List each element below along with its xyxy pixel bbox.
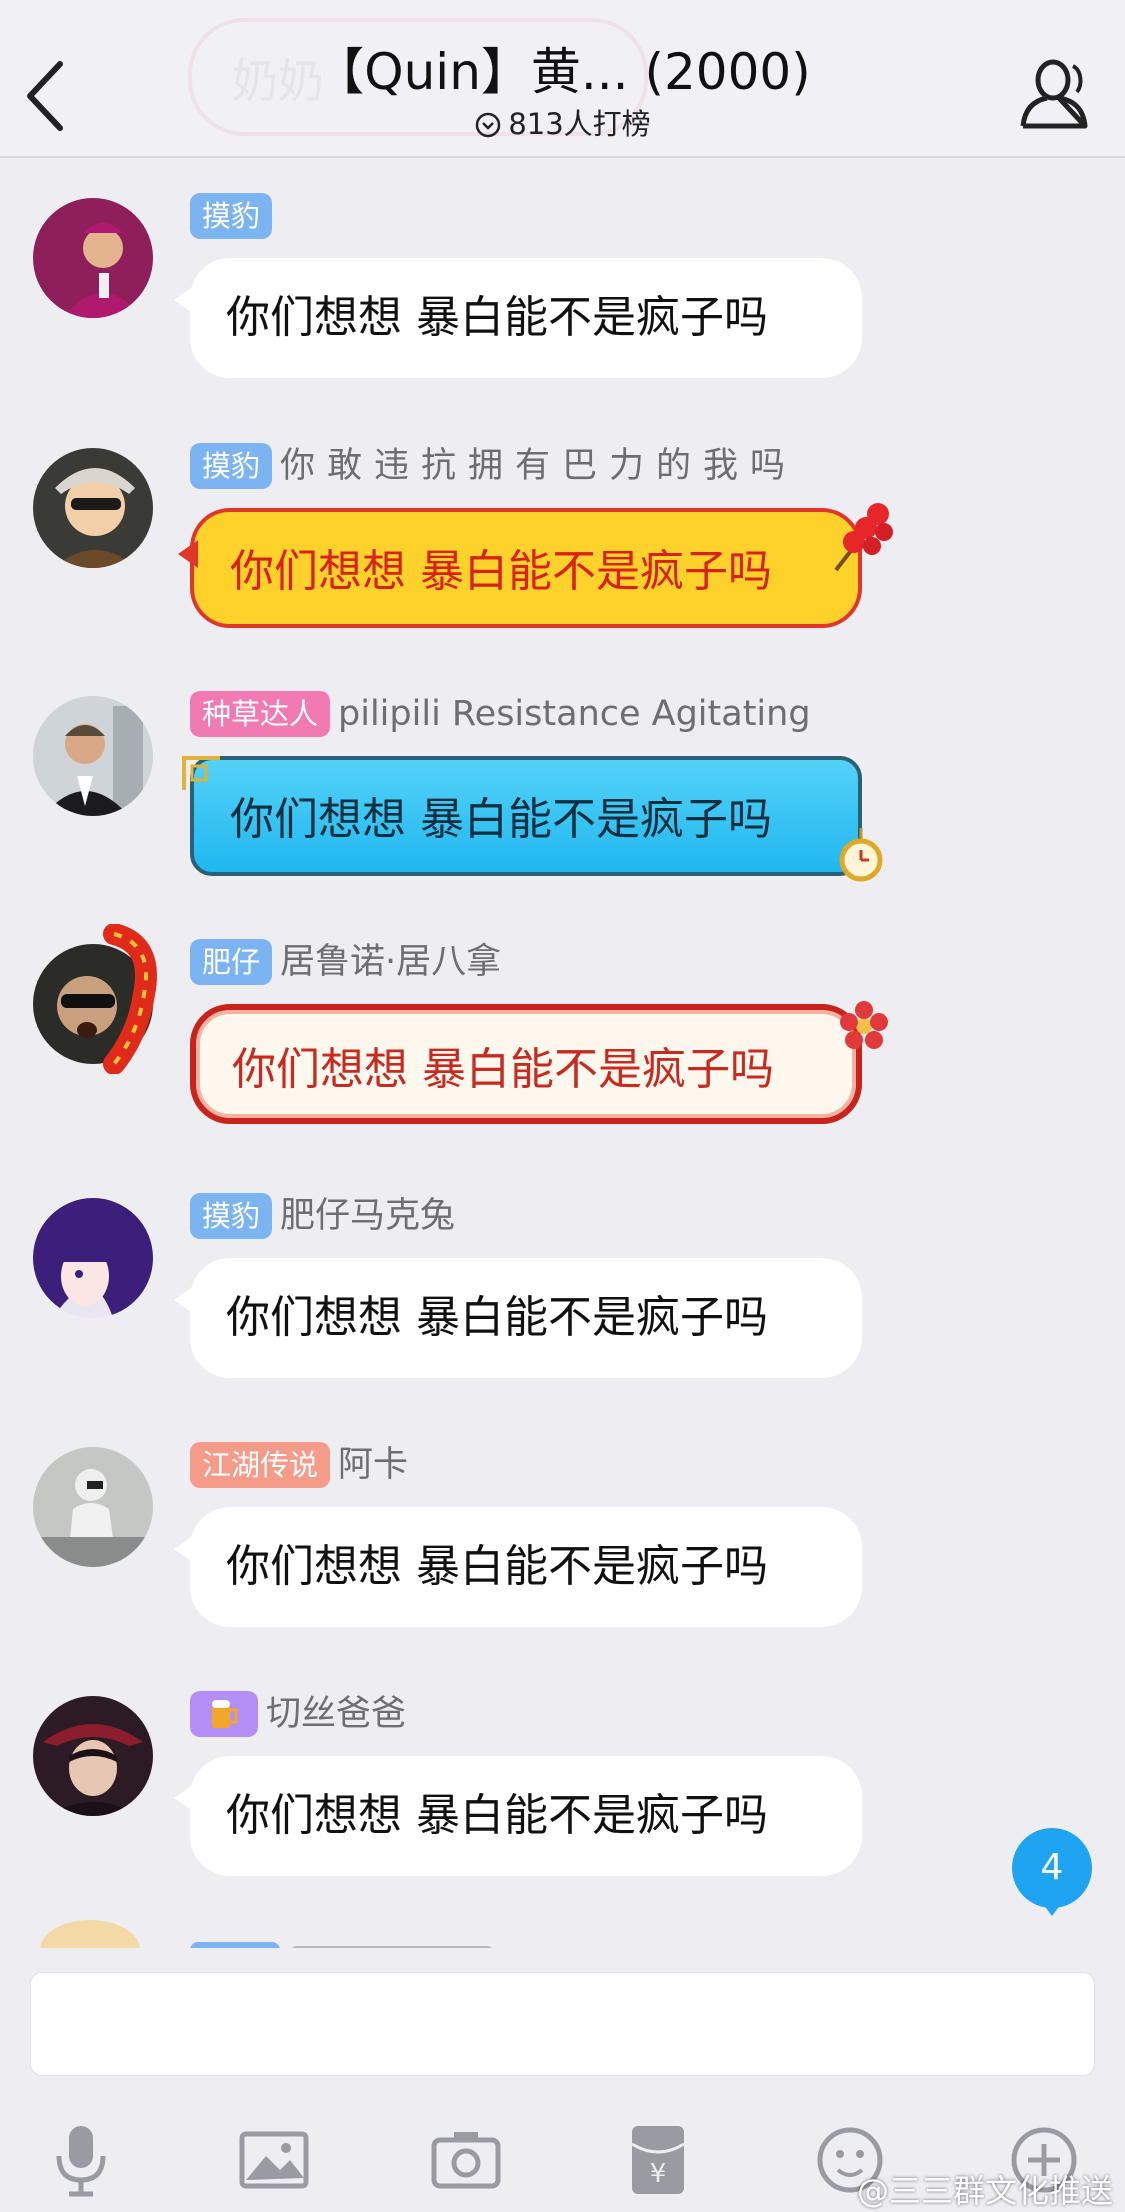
message-text: 你们想想 暴白能不是疯子吗 — [230, 794, 772, 845]
sender-meta: 种草达人 pilipili Resistance Agitating — [190, 691, 811, 741]
bubble-tail — [174, 1286, 194, 1314]
avatar[interactable] — [33, 1198, 153, 1318]
avatar-image — [33, 448, 153, 568]
sender-name[interactable]: 切丝爸爸 — [266, 1691, 406, 1737]
message-text: 你们想想 暴白能不是疯子吗 — [226, 1541, 768, 1592]
group-title[interactable]: 【Quin】黄... (2000) — [200, 40, 925, 104]
chat-message: 摸豹 你们想想 暴白能不是疯子吗 — [0, 178, 1125, 418]
sender-name[interactable]: 阿卡 — [338, 1442, 408, 1488]
lucky-charm-frame-icon — [103, 924, 157, 1074]
partial-next-message — [0, 1920, 1125, 1948]
avatar — [40, 1920, 140, 1948]
avatar-image — [33, 198, 153, 318]
unread-badge-tail — [1040, 1900, 1064, 1916]
avatar-image — [33, 696, 153, 816]
avatar[interactable] — [33, 696, 153, 816]
svg-text:¥: ¥ — [650, 2159, 667, 2189]
message-text: 你们想想 暴白能不是疯子吗 — [226, 292, 768, 343]
member-badge: 江湖传说 — [190, 1442, 331, 1488]
bubble-tail — [174, 1535, 194, 1563]
chat-message: 切丝爸爸 你们想想 暴白能不是疯子吗 — [0, 1676, 1125, 1916]
back-button[interactable] — [12, 48, 82, 138]
message-text: 你们想想 暴白能不是疯子吗 — [226, 1790, 768, 1841]
chat-message: 种草达人 pilipili Resistance Agitating 你们想想 暴… — [0, 676, 1125, 916]
sender-meta: 切丝爸爸 — [190, 1691, 406, 1741]
message-text: 你们想想 暴白能不是疯子吗 — [226, 1292, 768, 1343]
bubble-tail — [178, 540, 198, 568]
sender-meta: 摸豹 — [190, 193, 280, 243]
avatar-image — [33, 1696, 153, 1816]
plum-blossom-icon — [840, 1001, 888, 1049]
corner-ornament-icon — [182, 756, 220, 790]
message-input[interactable] — [30, 1972, 1095, 2076]
weibo-watermark: @三三群文化推送 — [856, 2172, 1113, 2210]
member-badge — [190, 1691, 258, 1737]
red-packet-button[interactable]: ¥ — [618, 2120, 698, 2200]
member-badge: 摸豹 — [190, 443, 273, 489]
sender-meta: 摸豹 肥仔马克兔 — [190, 1193, 455, 1243]
chevron-left-icon — [27, 61, 63, 131]
avatar[interactable] — [33, 1696, 153, 1816]
sender-meta: 肥仔 居鲁诺·居八拿 — [190, 939, 501, 989]
message-bubble[interactable]: 你们想想 暴白能不是疯子吗 — [190, 756, 862, 876]
message-bubble[interactable]: 你们想想 暴白能不是疯子吗 — [174, 1507, 862, 1627]
chat-header: 奶奶 【Quin】黄... (2000) 813人打榜 — [0, 0, 1125, 158]
avatar[interactable] — [33, 198, 153, 318]
camera-icon — [431, 2132, 501, 2189]
chat-message: 肥仔 居鲁诺·居八拿 你们想想 暴白能不是疯子吗 — [0, 924, 1125, 1164]
red-packet-icon: ¥ — [631, 2126, 685, 2194]
image-button[interactable] — [234, 2120, 314, 2200]
voice-button[interactable] — [41, 2120, 121, 2200]
chat-message: 摸豹 你敢违抗拥有巴力的我吗 你们想想 暴白能不是疯子吗 — [0, 428, 1125, 668]
message-text: 你们想想 暴白能不是疯子吗 — [230, 546, 772, 597]
avatar-image — [33, 1198, 153, 1318]
person-icon — [1020, 59, 1088, 129]
sender-name[interactable]: 你敢违抗拥有巴力的我吗 — [280, 443, 797, 489]
message-bubble[interactable]: 你们想想 暴白能不是疯子吗 — [174, 1756, 862, 1876]
member-badge — [190, 1942, 280, 1948]
member-badge: 肥仔 — [190, 939, 273, 985]
beer-mug-icon — [212, 1700, 238, 1728]
chat-message: 摸豹 肥仔马克兔 你们想想 暴白能不是疯子吗 — [0, 1178, 1125, 1418]
chevron-circle-icon — [476, 112, 501, 138]
message-bubble[interactable]: 你们想想 暴白能不是疯子吗 — [174, 1258, 862, 1378]
message-text: 你们想想 暴白能不是疯子吗 — [232, 1044, 774, 1095]
sender-name[interactable]: 居鲁诺·居八拿 — [280, 939, 501, 985]
sender-meta: 江湖传说 阿卡 — [190, 1442, 408, 1492]
camera-button[interactable] — [426, 2120, 506, 2200]
message-bubble[interactable]: 你们想想 暴白能不是疯子吗 — [190, 1004, 862, 1124]
message-bubble[interactable]: 你们想想 暴白能不是疯子吗 — [178, 508, 862, 628]
avatar-image — [33, 1447, 153, 1567]
member-badge: 摸豹 — [190, 193, 273, 239]
message-bubble[interactable]: 你们想想 暴白能不是疯子吗 — [174, 258, 862, 378]
sender-name[interactable]: 肥仔马克兔 — [280, 1193, 455, 1239]
image-icon — [239, 2131, 309, 2189]
bubble-tail — [174, 286, 194, 314]
avatar[interactable] — [33, 448, 153, 568]
bubble-tail — [174, 1784, 194, 1812]
group-members-button[interactable] — [1017, 56, 1097, 130]
sender-name — [292, 1946, 492, 1948]
group-subtitle[interactable]: 813人打榜 — [300, 104, 825, 144]
ranking-count-label: 813人打榜 — [508, 107, 651, 141]
sender-meta: 摸豹 你敢违抗拥有巴力的我吗 — [190, 443, 797, 493]
avatar[interactable] — [33, 1447, 153, 1567]
candied-haws-icon — [834, 503, 893, 572]
chat-message: 江湖传说 阿卡 你们想想 暴白能不是疯子吗 — [0, 1427, 1125, 1667]
sender-name[interactable]: pilipili Resistance Agitating — [338, 691, 811, 737]
unread-count-badge[interactable]: 4 — [1012, 1828, 1092, 1908]
microphone-icon — [56, 2126, 106, 2197]
member-badge: 种草达人 — [190, 691, 331, 737]
pocket-watch-icon — [839, 828, 883, 882]
member-badge: 摸豹 — [190, 1193, 273, 1239]
